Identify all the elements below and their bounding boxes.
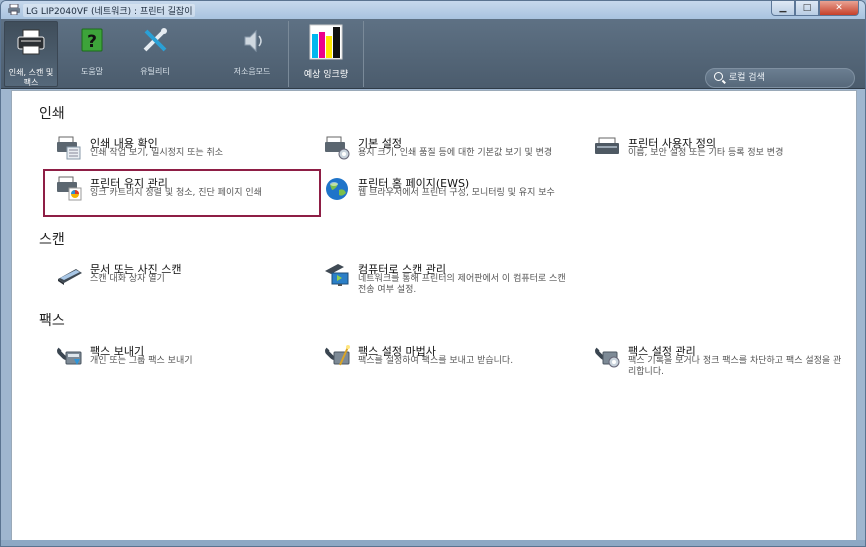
fax-wizard-icon <box>325 345 350 366</box>
window-bottom-border <box>1 540 865 546</box>
main-content: 인쇄 인쇄 내용 확인 인쇄 작업 보기, 일시정지 또는 취소 기본 설정 용… <box>11 90 857 542</box>
entry-send-fax[interactable]: 팩스 보내기 개인 또는 그룹 팩스 보내기 <box>56 343 306 383</box>
svg-text:?: ? <box>87 32 97 52</box>
print-queue-icon <box>57 136 81 160</box>
fax-settings-icon <box>595 347 620 368</box>
entry-fax-setup-wizard[interactable]: 팩스 설정 마법사 팩스를 설정하여 팩스를 보내고 받습니다. <box>324 343 574 383</box>
entry-maintain-printer[interactable]: 프린터 유지 관리 잉크 카트리지 정렬 및 청소, 진단 페이지 인쇄 <box>56 175 306 215</box>
close-button[interactable]: ✕ <box>819 1 859 16</box>
tab-ink-levels[interactable]: 예상 잉크량 <box>293 21 359 87</box>
entry-manage-scan-to-computer[interactable]: 컴퓨터로 스캔 관리 네트워크를 통해 프린터의 제어판에서 이 컴퓨터로 스캔… <box>324 261 574 301</box>
entry-description: 팩스 기록을 보거나 정크 팩스를 차단하고 팩스 설정을 관리합니다. <box>628 356 842 377</box>
speaker-icon <box>244 29 262 53</box>
title-bar[interactable]: LG LIP2040VF (네트워크) : 프린터 길잡이 ▁ □ ✕ <box>1 1 865 19</box>
entry-description: 인쇄 작업 보기, 일시정지 또는 취소 <box>90 148 224 158</box>
toolbar: 인쇄, 스캔 및 팩스 ? 도움말 유틸리티 저소음모드 예상 잉크량 로컬 검… <box>1 19 865 89</box>
entry-set-preferences[interactable]: 기본 설정 용지 크기, 인쇄 품질 등에 대한 기본값 보기 및 변경 <box>324 135 574 175</box>
printer-assistant-window: LG LIP2040VF (네트워크) : 프린터 길잡이 ▁ □ ✕ 인쇄, … <box>0 0 866 547</box>
entry-manage-fax-settings[interactable]: 팩스 설정 관리 팩스 기록을 보거나 정크 팩스를 차단하고 팩스 설정을 관… <box>594 343 854 383</box>
preferences-icon <box>325 136 350 160</box>
window-controls: ▁ □ ✕ <box>771 1 859 17</box>
search-placeholder: 로컬 검색 <box>728 73 765 83</box>
ink-levels-icon <box>309 24 343 60</box>
tab-print-scan-fax-label: 인쇄, 스캔 및 팩스 <box>8 68 54 87</box>
toolbar-separator <box>288 21 289 87</box>
tab-utilities-label: 유틸리티 <box>140 67 170 76</box>
tab-quiet-mode[interactable]: 저소음모드 <box>221 21 283 87</box>
minimize-icon: ▁ <box>779 3 787 13</box>
entry-description: 팩스를 설정하여 팩스를 보내고 받습니다. <box>358 356 514 366</box>
tab-help[interactable]: ? 도움말 <box>63 21 121 87</box>
maximize-button[interactable]: □ <box>795 1 819 16</box>
section-title-print: 인쇄 <box>39 106 65 122</box>
customize-printer-icon <box>595 137 619 154</box>
entry-description: 용지 크기, 인쇄 품질 등에 대한 기본값 보기 및 변경 <box>358 148 553 158</box>
tab-print-scan-fax[interactable]: 인쇄, 스캔 및 팩스 <box>4 21 58 87</box>
minimize-button[interactable]: ▁ <box>771 1 795 16</box>
entry-description: 스캔 대화 상자 열기 <box>90 274 165 284</box>
section-title-scan: 스캔 <box>39 232 65 248</box>
search-icon <box>714 72 723 81</box>
tab-utilities[interactable]: 유틸리티 <box>123 21 187 87</box>
entry-description: 이름, 보안 설정 또는 기타 등록 정보 변경 <box>628 148 784 158</box>
fax-send-icon <box>57 347 82 365</box>
tools-icon <box>143 28 167 52</box>
entry-description: 잉크 카트리지 정렬 및 청소, 진단 페이지 인쇄 <box>90 188 262 198</box>
tab-quiet-mode-label: 저소음모드 <box>233 67 271 76</box>
entry-customize-printer[interactable]: 프린터 사용자 정의 이름, 보안 설정 또는 기타 등록 정보 변경 <box>594 135 854 175</box>
section-title-fax: 팩스 <box>39 313 65 329</box>
window-title: LG LIP2040VF (네트워크) : 프린터 길잡이 <box>23 4 196 17</box>
maintenance-icon <box>57 176 82 201</box>
scan-to-computer-icon <box>325 264 349 286</box>
tab-help-label: 도움말 <box>80 67 104 76</box>
entry-printer-home-page[interactable]: 프린터 홈 페이지(EWS) 웹 브라우저에서 프린터 구성, 모니터링 및 유… <box>324 175 574 215</box>
printer-app-icon <box>8 4 20 15</box>
entry-scan-document-photo[interactable]: 문서 또는 사진 스캔 스캔 대화 상자 열기 <box>56 261 306 301</box>
entry-description: 네트워크를 통해 프린터의 제어판에서 이 컴퓨터로 스캔 전송 여부 설정. <box>358 274 566 295</box>
help-icon: ? <box>81 28 103 52</box>
globe-icon <box>326 178 348 200</box>
tab-ink-levels-label: 예상 잉크량 <box>303 70 349 80</box>
search-input[interactable]: 로컬 검색 <box>705 68 855 88</box>
entry-description: 웹 브라우저에서 프린터 구성, 모니터링 및 유지 보수 <box>358 188 555 198</box>
toolbar-separator <box>363 21 364 87</box>
close-icon: ✕ <box>835 3 843 13</box>
entry-description: 개인 또는 그룹 팩스 보내기 <box>90 356 193 366</box>
printer-icon <box>17 29 45 55</box>
scanner-icon <box>58 269 82 285</box>
maximize-icon: □ <box>802 3 812 13</box>
